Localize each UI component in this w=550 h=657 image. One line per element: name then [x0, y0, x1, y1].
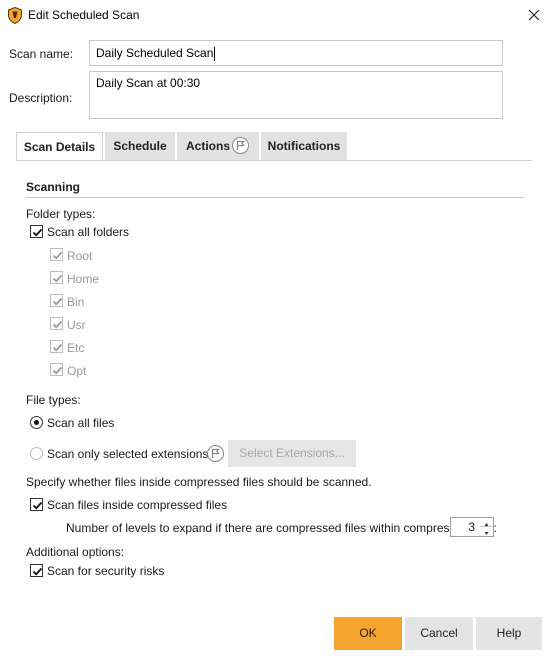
help-button[interactable]: Help — [476, 617, 542, 650]
checkmark-icon — [32, 228, 43, 237]
section-divider — [26, 197, 524, 198]
folder-usr-label: Usr — [67, 318, 86, 332]
checkmark-icon — [52, 343, 63, 352]
description-value: Daily Scan at 00:30 — [96, 76, 201, 90]
close-icon — [528, 9, 540, 21]
scan-name-input[interactable]: Daily Scheduled Scan — [89, 40, 503, 66]
section-title: Scanning — [26, 180, 81, 194]
folder-bin-checkbox[interactable] — [50, 294, 63, 307]
scan-all-files-label: Scan all files — [47, 416, 115, 430]
folder-types-label: Folder types: — [26, 207, 96, 221]
ok-button[interactable]: OK — [334, 617, 402, 650]
flag-icon — [207, 445, 224, 462]
folder-root-checkbox[interactable] — [50, 248, 63, 261]
description-input[interactable]: Daily Scan at 00:30 — [89, 71, 503, 119]
checkmark-icon — [52, 366, 63, 375]
flag-icon — [232, 137, 249, 154]
checkmark-icon — [32, 501, 43, 510]
scan-security-risks-label: Scan for security risks — [47, 564, 165, 578]
file-types-label: File types: — [26, 393, 81, 407]
text-caret — [214, 46, 216, 61]
levels-label: Number of levels to expand if there are … — [66, 521, 497, 535]
levels-value: 3 — [468, 520, 475, 534]
tab-label: Notifications — [267, 139, 341, 153]
folder-etc-label: Etc — [67, 341, 85, 355]
scan-security-risks-checkbox[interactable] — [30, 564, 43, 577]
tab-schedule[interactable]: Schedule — [105, 132, 175, 160]
scan-all-files-radio[interactable] — [30, 416, 43, 429]
tab-scan-details[interactable]: Scan Details — [16, 132, 103, 161]
folder-home-label: Home — [67, 272, 100, 286]
tab-divider — [16, 160, 532, 161]
radio-dot — [34, 420, 39, 425]
scan-selected-extensions-label: Scan only selected extensions: — [47, 447, 212, 461]
levels-input[interactable]: 3 — [450, 517, 481, 537]
checkmark-icon — [52, 274, 63, 283]
checkmark-icon — [52, 297, 63, 306]
tab-notifications[interactable]: Notifications — [261, 132, 347, 160]
folder-root-label: Root — [67, 249, 93, 263]
additional-options-label: Additional options: — [26, 545, 125, 559]
scan-all-folders-checkbox[interactable] — [30, 225, 43, 238]
close-button[interactable] — [520, 2, 548, 28]
tab-label: Scan Details — [23, 140, 96, 154]
folder-etc-checkbox[interactable] — [50, 340, 63, 353]
window-title: Edit Scheduled Scan — [28, 8, 140, 22]
scan-all-folders-label: Scan all folders — [47, 225, 130, 239]
folder-home-checkbox[interactable] — [50, 271, 63, 284]
tab-label: Actions — [186, 139, 231, 153]
scan-name-value: Daily Scheduled Scan — [96, 46, 214, 60]
compressed-note: Specify whether files inside compressed … — [26, 475, 372, 489]
folder-usr-checkbox[interactable] — [50, 317, 63, 330]
scan-name-label: Scan name: — [9, 47, 74, 61]
checkmark-icon — [52, 251, 63, 260]
checkmark-icon — [32, 567, 43, 576]
folder-opt-label: Opt — [67, 364, 87, 378]
folder-bin-label: Bin — [67, 295, 85, 309]
scan-selected-extensions-radio[interactable] — [30, 447, 43, 460]
scan-compressed-label: Scan files inside compressed files — [47, 498, 228, 512]
chevron-down-icon — [484, 532, 489, 535]
cancel-button[interactable]: Cancel — [405, 617, 473, 650]
title-bar: Edit Scheduled Scan — [0, 0, 550, 31]
folder-opt-checkbox[interactable] — [50, 363, 63, 376]
spin-up-button[interactable] — [480, 518, 493, 527]
checkmark-icon — [52, 320, 63, 329]
app-shield-icon — [8, 6, 22, 25]
tab-label: Schedule — [113, 139, 167, 153]
levels-spinner — [480, 517, 494, 537]
spin-down-button[interactable] — [480, 527, 493, 536]
description-label: Description: — [9, 91, 73, 105]
scan-compressed-checkbox[interactable] — [30, 498, 43, 511]
tab-actions[interactable]: Actions — [177, 132, 259, 160]
select-extensions-button[interactable]: Select Extensions... — [228, 440, 356, 467]
